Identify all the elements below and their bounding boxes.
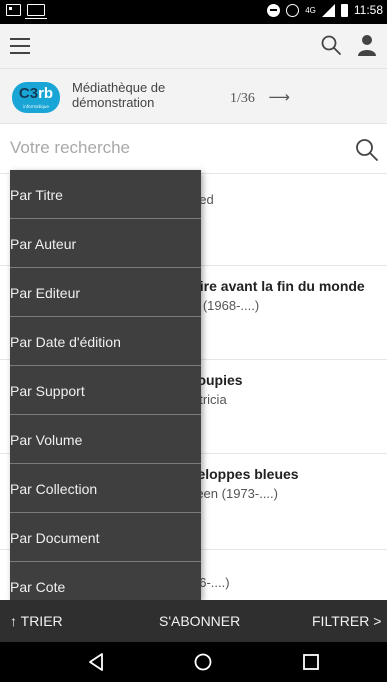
library-bar: C3rb informatique Médiathèque de démonst… [0,68,387,124]
result-title: reloppes bleues [192,466,299,482]
system-icons: 4G 11:58 [267,3,383,17]
library-logo: C3rb informatique [12,82,60,113]
alarm-icon [286,3,300,17]
sort-option-volume[interactable]: Par Volume [10,415,201,464]
result-author: reen (1973-....) [192,486,278,501]
sort-button[interactable]: ↑ TRIER [10,613,63,629]
status-bar: 4G 11:58 [0,0,387,24]
sort-option-document[interactable]: Par Document [10,513,201,562]
notification-icons [6,4,47,19]
result-author: 46-....) [192,575,230,590]
home-icon[interactable] [193,652,213,672]
result-title: aire avant la fin du monde [192,278,365,294]
result-author: oed [192,192,214,207]
sort-option-shelf-mark[interactable]: Par Cote [10,562,201,600]
app-bar [0,24,387,68]
result-title: roupies [192,372,243,388]
clock: 11:58 [353,3,383,17]
action-bar: ↑ TRIER S'ABONNER FILTRER > [0,600,387,642]
battery-icon [340,3,348,17]
menu-icon[interactable] [10,38,30,54]
search-bar [0,124,387,174]
result-pager: 1/36 ⟶ [230,88,290,107]
sort-option-media-type[interactable]: Par Support [10,366,201,415]
back-icon[interactable] [87,652,105,672]
pager-count: 1/36 [230,91,255,106]
do-not-disturb-icon [267,3,281,17]
sort-option-edition-date[interactable]: Par Date d'édition [10,317,201,366]
sort-option-collection[interactable]: Par Collection [10,464,201,513]
image-notification-icon [6,4,21,16]
library-name: Médiathèque de démonstration [72,80,166,110]
signal-icon [321,3,335,17]
user-icon[interactable] [355,33,379,57]
screen-notification-icon [25,4,47,19]
recents-icon[interactable] [302,652,320,672]
search-icon[interactable] [354,137,380,163]
search-icon[interactable] [320,34,342,56]
subscribe-button[interactable]: S'ABONNER [159,613,240,629]
filter-button[interactable]: FILTRER > [312,613,381,629]
network-type-label: 4G [305,5,316,15]
system-nav-bar [0,642,387,682]
result-author: n (1968-....) [192,298,260,313]
result-author: atricia [192,392,227,407]
sort-option-publisher[interactable]: Par Editeur [10,268,201,317]
search-input[interactable] [10,136,310,160]
sort-menu: Par Titre Par Auteur Par Editeur Par Dat… [10,170,201,600]
next-page-arrow-icon[interactable]: ⟶ [268,88,290,106]
sort-option-author[interactable]: Par Auteur [10,219,201,268]
sort-option-title[interactable]: Par Titre [10,170,201,219]
